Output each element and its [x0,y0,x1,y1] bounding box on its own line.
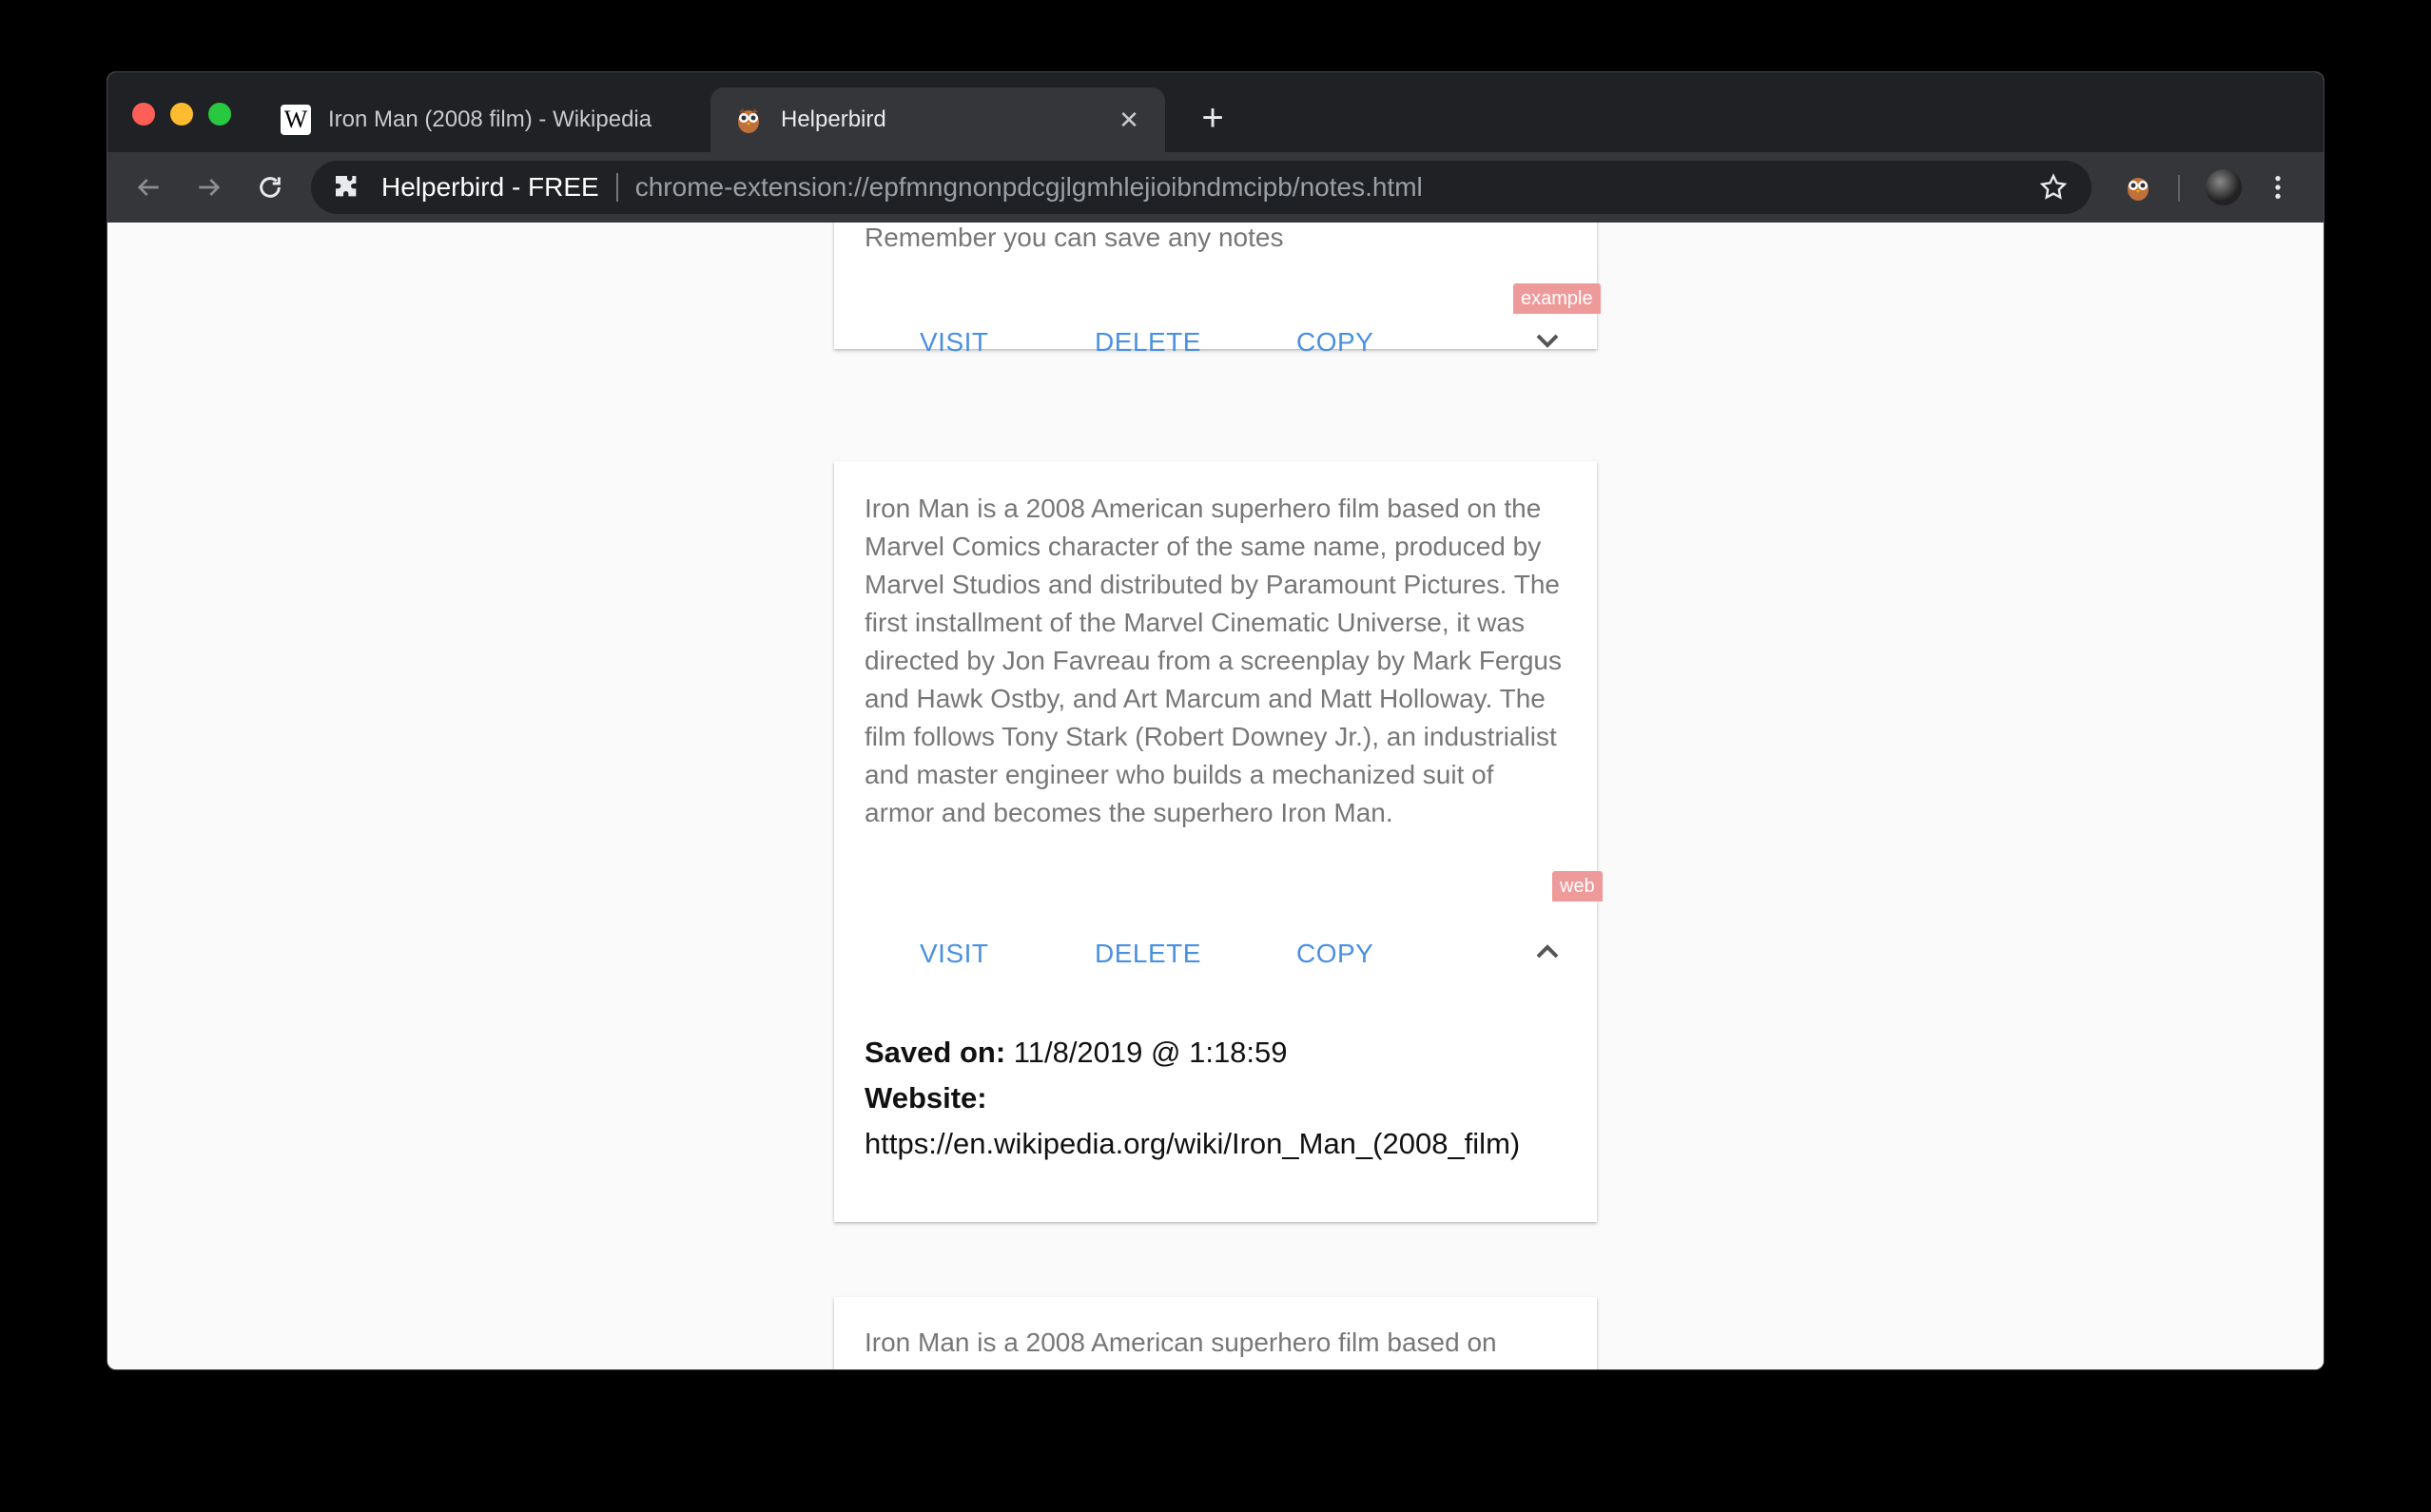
new-tab-button[interactable]: + [1192,97,1234,139]
owl-icon [733,105,764,135]
more-vert-icon [2275,176,2281,199]
note-details: Saved on: 11/8/2019 @ 1:18:59 Website: h… [834,1030,1597,1167]
toolbar-divider [2178,175,2180,202]
copy-button[interactable]: COPY [1296,314,1373,371]
reload-button[interactable] [246,164,294,211]
menu-button[interactable] [2259,164,2297,211]
puzzle-icon [336,176,357,197]
note-tag: web [1552,871,1603,901]
browser-window: W Iron Man (2008 film) - Wikipedia ✕ Hel… [107,71,2324,1370]
helperbird-extension-button[interactable] [2114,164,2162,211]
omnibox-separator [615,173,618,202]
site-name: Helperbird - FREE [381,172,599,202]
avatar [2206,169,2242,205]
visit-button[interactable]: VISIT [920,925,989,982]
arrow-left-icon [137,179,159,196]
bookmark-star-icon[interactable] [2038,172,2069,203]
close-tab-icon[interactable]: ✕ [1116,107,1142,133]
note-tag: example [1513,283,1601,314]
close-window-button[interactable] [132,103,155,126]
saved-on-label: Saved on: [865,1036,1006,1069]
website-label: Website: [865,1081,987,1115]
zoom-window-button[interactable] [208,103,231,126]
delete-button[interactable]: DELETE [1095,925,1201,982]
toolbar: Helperbird - FREE chrome-extension://epf… [107,152,2324,223]
url-text: chrome-extension://epfmngnonpdcgjlgmhlej… [634,172,1423,202]
note-text: Iron Man is a 2008 American superhero fi… [865,1328,1497,1357]
wikipedia-icon: W [281,105,311,135]
tab-title: Helperbird [781,107,886,132]
owl-icon [2128,178,2149,201]
note-text: Remember you can save any notes [865,223,1284,252]
tab-strip: W Iron Man (2008 film) - Wikipedia ✕ Hel… [107,72,2324,152]
notes-page: Remember you can save any notes example … [107,223,2324,1369]
profile-button[interactable] [2200,164,2247,211]
note-actions: VISIT DELETE COPY [834,925,1597,982]
address-bar[interactable]: Helperbird - FREE chrome-extension://epf… [311,161,2091,214]
saved-on-value: 11/8/2019 @ 1:18:59 [1013,1036,1288,1069]
saved-on-row: Saved on: 11/8/2019 @ 1:18:59 [865,1030,1566,1076]
note-actions: VISIT DELETE COPY [834,314,1597,371]
arrow-right-icon [199,179,221,196]
delete-button[interactable]: DELETE [1095,314,1201,371]
tab-title: Iron Man (2008 film) - Wikipedia [328,107,652,132]
note-card: Remember you can save any notes example … [834,223,1601,357]
website-value: https://en.wikipedia.org/wiki/Iron_Man_(… [865,1127,1521,1160]
chevron-down-icon[interactable] [1528,321,1566,359]
copy-button[interactable]: COPY [1296,925,1373,982]
minimize-window-button[interactable] [170,103,193,126]
chevron-up-icon[interactable] [1528,933,1566,971]
tab-helperbird[interactable]: Helperbird ✕ [710,87,1165,152]
note-card: Iron Man is a 2008 American superhero fi… [834,1297,1597,1369]
forward-button[interactable] [185,164,233,211]
note-text: Iron Man is a 2008 American superhero fi… [865,494,1562,827]
back-button[interactable] [125,164,172,211]
website-row: Website: [865,1076,1566,1121]
reload-icon [260,177,281,198]
note-card: Iron Man is a 2008 American superhero fi… [834,461,1603,1222]
visit-button[interactable]: VISIT [920,314,989,371]
